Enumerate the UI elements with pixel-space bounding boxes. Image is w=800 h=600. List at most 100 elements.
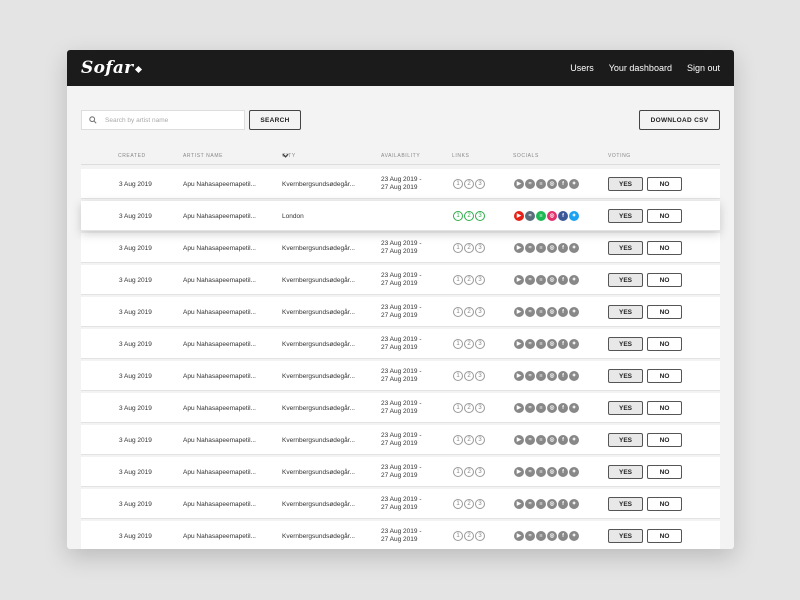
mixcloud-icon[interactable]: ≈ xyxy=(525,211,535,221)
spotify-icon[interactable]: ≡ xyxy=(536,531,546,541)
vote-yes-button[interactable]: YES xyxy=(608,529,643,543)
link-3-icon[interactable]: 3 xyxy=(475,243,485,253)
link-3-icon[interactable]: 3 xyxy=(475,339,485,349)
artist-name[interactable]: Apu Nahasapeemapetil... xyxy=(183,361,256,391)
youtube-icon[interactable]: ▶ xyxy=(514,243,524,253)
mixcloud-icon[interactable]: ≈ xyxy=(525,499,535,509)
spotify-icon[interactable]: ≡ xyxy=(536,307,546,317)
mixcloud-icon[interactable]: ≈ xyxy=(525,467,535,477)
artist-name[interactable]: Apu Nahasapeemapetil... xyxy=(183,265,256,295)
artist-name[interactable]: Apu Nahasapeemapetil... xyxy=(183,201,256,231)
instagram-icon[interactable]: ◎ xyxy=(547,307,557,317)
vote-yes-button[interactable]: YES xyxy=(608,305,643,319)
facebook-icon[interactable]: f xyxy=(558,467,568,477)
link-2-icon[interactable]: 2 xyxy=(464,243,474,253)
youtube-icon[interactable]: ▶ xyxy=(514,211,524,221)
search-button[interactable]: SEARCH xyxy=(249,110,301,130)
instagram-icon[interactable]: ◎ xyxy=(547,371,557,381)
link-3-icon[interactable]: 3 xyxy=(475,499,485,509)
vote-yes-button[interactable]: YES xyxy=(608,273,643,287)
link-1-icon[interactable]: 1 xyxy=(453,531,463,541)
link-2-icon[interactable]: 2 xyxy=(464,275,474,285)
twitter-icon[interactable]: ✦ xyxy=(569,179,579,189)
spotify-icon[interactable]: ≡ xyxy=(536,339,546,349)
vote-no-button[interactable]: NO xyxy=(647,177,682,191)
facebook-icon[interactable]: f xyxy=(558,307,568,317)
link-2-icon[interactable]: 2 xyxy=(464,179,474,189)
link-1-icon[interactable]: 1 xyxy=(453,307,463,317)
link-2-icon[interactable]: 2 xyxy=(464,403,474,413)
table-row[interactable]: 3 Aug 2019 Apu Nahasapeemapetil... Kvern… xyxy=(81,425,720,455)
twitter-icon[interactable]: ✦ xyxy=(569,531,579,541)
twitter-icon[interactable]: ✦ xyxy=(569,467,579,477)
instagram-icon[interactable]: ◎ xyxy=(547,531,557,541)
mixcloud-icon[interactable]: ≈ xyxy=(525,243,535,253)
link-2-icon[interactable]: 2 xyxy=(464,211,474,221)
twitter-icon[interactable]: ✦ xyxy=(569,403,579,413)
facebook-icon[interactable]: f xyxy=(558,179,568,189)
col-city-header[interactable]: CITY xyxy=(282,153,295,159)
link-3-icon[interactable]: 3 xyxy=(475,179,485,189)
mixcloud-icon[interactable]: ≈ xyxy=(525,403,535,413)
artist-name[interactable]: Apu Nahasapeemapetil... xyxy=(183,329,256,359)
facebook-icon[interactable]: f xyxy=(558,339,568,349)
facebook-icon[interactable]: f xyxy=(558,403,568,413)
spotify-icon[interactable]: ≡ xyxy=(536,243,546,253)
artist-name[interactable]: Apu Nahasapeemapetil... xyxy=(183,521,256,549)
vote-no-button[interactable]: NO xyxy=(647,241,682,255)
youtube-icon[interactable]: ▶ xyxy=(514,307,524,317)
instagram-icon[interactable]: ◎ xyxy=(547,275,557,285)
table-row[interactable]: 3 Aug 2019 Apu Nahasapeemapetil... Kvern… xyxy=(81,233,720,263)
artist-name[interactable]: Apu Nahasapeemapetil... xyxy=(183,489,256,519)
twitter-icon[interactable]: ✦ xyxy=(569,371,579,381)
facebook-icon[interactable]: f xyxy=(558,435,568,445)
vote-no-button[interactable]: NO xyxy=(647,369,682,383)
artist-name[interactable]: Apu Nahasapeemapetil... xyxy=(183,393,256,423)
twitter-icon[interactable]: ✦ xyxy=(569,275,579,285)
instagram-icon[interactable]: ◎ xyxy=(547,467,557,477)
youtube-icon[interactable]: ▶ xyxy=(514,371,524,381)
table-row[interactable]: 3 Aug 2019 Apu Nahasapeemapetil... Londo… xyxy=(81,201,720,231)
table-row[interactable]: 3 Aug 2019 Apu Nahasapeemapetil... Kvern… xyxy=(81,297,720,327)
col-artist-header[interactable]: ARTIST NAME xyxy=(183,153,223,159)
instagram-icon[interactable]: ◎ xyxy=(547,243,557,253)
youtube-icon[interactable]: ▶ xyxy=(514,275,524,285)
table-row[interactable]: 3 Aug 2019 Apu Nahasapeemapetil... Kvern… xyxy=(81,361,720,391)
spotify-icon[interactable]: ≡ xyxy=(536,211,546,221)
instagram-icon[interactable]: ◎ xyxy=(547,435,557,445)
youtube-icon[interactable]: ▶ xyxy=(514,435,524,445)
spotify-icon[interactable]: ≡ xyxy=(536,275,546,285)
facebook-icon[interactable]: f xyxy=(558,531,568,541)
artist-name[interactable]: Apu Nahasapeemapetil... xyxy=(183,169,256,199)
youtube-icon[interactable]: ▶ xyxy=(514,531,524,541)
link-1-icon[interactable]: 1 xyxy=(453,435,463,445)
vote-yes-button[interactable]: YES xyxy=(608,465,643,479)
instagram-icon[interactable]: ◎ xyxy=(547,179,557,189)
youtube-icon[interactable]: ▶ xyxy=(514,179,524,189)
link-3-icon[interactable]: 3 xyxy=(475,467,485,477)
table-row[interactable]: 3 Aug 2019 Apu Nahasapeemapetil... Kvern… xyxy=(81,457,720,487)
table-row[interactable]: 3 Aug 2019 Apu Nahasapeemapetil... Kvern… xyxy=(81,521,720,549)
twitter-icon[interactable]: ✦ xyxy=(569,435,579,445)
link-1-icon[interactable]: 1 xyxy=(453,403,463,413)
artist-name[interactable]: Apu Nahasapeemapetil... xyxy=(183,457,256,487)
mixcloud-icon[interactable]: ≈ xyxy=(525,435,535,445)
twitter-icon[interactable]: ✦ xyxy=(569,307,579,317)
vote-yes-button[interactable]: YES xyxy=(608,401,643,415)
search-input[interactable] xyxy=(105,116,235,124)
vote-yes-button[interactable]: YES xyxy=(608,369,643,383)
youtube-icon[interactable]: ▶ xyxy=(514,499,524,509)
youtube-icon[interactable]: ▶ xyxy=(514,403,524,413)
link-3-icon[interactable]: 3 xyxy=(475,307,485,317)
spotify-icon[interactable]: ≡ xyxy=(536,179,546,189)
link-1-icon[interactable]: 1 xyxy=(453,339,463,349)
instagram-icon[interactable]: ◎ xyxy=(547,499,557,509)
mixcloud-icon[interactable]: ≈ xyxy=(525,179,535,189)
mixcloud-icon[interactable]: ≈ xyxy=(525,531,535,541)
link-3-icon[interactable]: 3 xyxy=(475,435,485,445)
spotify-icon[interactable]: ≡ xyxy=(536,499,546,509)
col-created-header[interactable]: CREATED xyxy=(118,153,146,159)
twitter-icon[interactable]: ✦ xyxy=(569,211,579,221)
spotify-icon[interactable]: ≡ xyxy=(536,467,546,477)
vote-yes-button[interactable]: YES xyxy=(608,209,643,223)
